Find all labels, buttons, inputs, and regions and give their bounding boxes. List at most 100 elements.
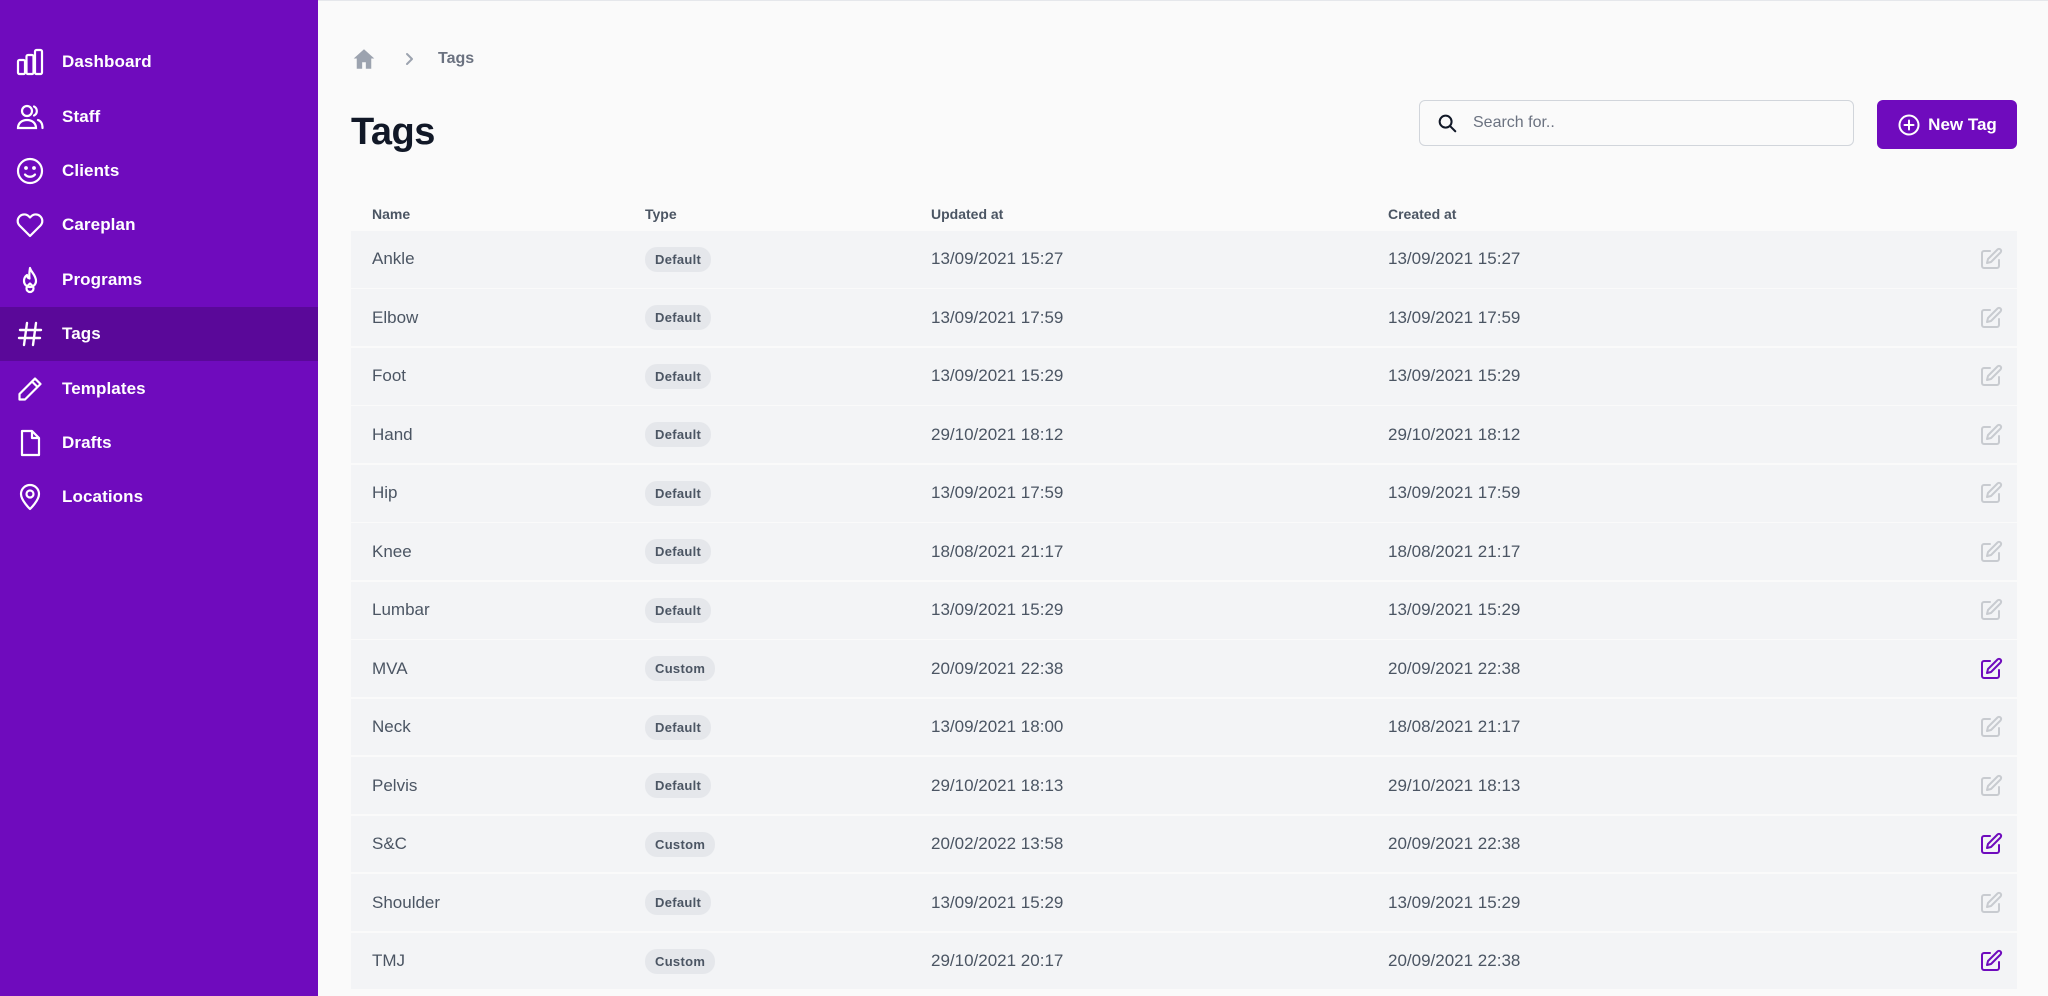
edit-icon[interactable] <box>1979 832 2003 856</box>
search-icon <box>1436 112 1458 134</box>
table-row: Hip Default 13/09/2021 17:59 13/09/2021 17:… <box>351 464 2017 522</box>
sidebar-item-label: Drafts <box>62 432 112 452</box>
location-pin-icon <box>15 482 45 512</box>
table-header: Name Type Updated at Created at <box>351 197 2017 231</box>
edit-icon <box>1979 247 2003 271</box>
sidebar-item-locations[interactable]: Locations <box>0 470 318 524</box>
sidebar-item-label: Careplan <box>62 215 136 235</box>
tag-type-badge: Default <box>645 363 712 389</box>
tag-name: Ankle <box>372 249 415 269</box>
new-tag-button-label: New Tag <box>1928 114 1997 134</box>
tag-type-badge: Default <box>645 305 712 331</box>
edit-icon <box>1979 423 2003 447</box>
tag-type-badge: Custom <box>645 656 716 682</box>
updated-at: 29/10/2021 18:13 <box>931 775 1064 795</box>
updated-at: 20/09/2021 22:38 <box>931 658 1064 678</box>
updated-at: 29/10/2021 20:17 <box>931 951 1064 971</box>
search-box[interactable] <box>1419 100 1854 146</box>
tag-name: Foot <box>372 366 407 386</box>
sidebar-item-careplan[interactable]: Careplan <box>0 198 318 252</box>
edit-icon <box>1979 774 2003 798</box>
chevron-right-icon <box>401 51 417 67</box>
table-row: Knee Default 18/08/2021 21:17 18/08/2021 21… <box>351 523 2017 581</box>
hashtag-icon <box>15 319 45 349</box>
created-at: 13/09/2021 15:29 <box>1388 366 1521 386</box>
sidebar-item-tags[interactable]: Tags <box>0 306 318 362</box>
tag-name: MVA <box>372 658 408 678</box>
column-header-type: Type <box>645 206 677 222</box>
chart-bar-icon <box>15 47 45 77</box>
tag-name: TMJ <box>372 951 406 971</box>
created-at: 18/08/2021 21:17 <box>1388 541 1521 561</box>
created-at: 29/10/2021 18:13 <box>1388 775 1521 795</box>
fire-icon <box>15 265 45 295</box>
updated-at: 13/09/2021 15:29 <box>931 600 1064 620</box>
heart-icon <box>15 210 45 240</box>
pencil-icon <box>15 374 45 404</box>
tag-type-badge: Default <box>645 597 712 623</box>
created-at: 13/09/2021 17:59 <box>1388 483 1521 503</box>
tag-type-badge: Default <box>645 480 712 506</box>
edit-icon <box>1979 598 2003 622</box>
edit-icon <box>1979 364 2003 388</box>
created-at: 29/10/2021 18:12 <box>1388 424 1521 444</box>
edit-icon[interactable] <box>1979 657 2003 681</box>
tag-name: Lumbar <box>372 600 430 620</box>
edit-icon <box>1979 540 2003 564</box>
updated-at: 29/10/2021 18:12 <box>931 424 1064 444</box>
updated-at: 13/09/2021 17:59 <box>931 483 1064 503</box>
breadcrumb: Tags <box>351 46 474 72</box>
home-icon[interactable] <box>351 46 377 72</box>
table-row: Foot Default 13/09/2021 15:29 13/09/2021 15… <box>351 347 2017 405</box>
tag-name: Hip <box>372 483 398 503</box>
created-at: 13/09/2021 15:29 <box>1388 892 1521 912</box>
updated-at: 13/09/2021 17:59 <box>931 307 1064 327</box>
table-row: Neck Default 13/09/2021 18:00 18/08/2021 21… <box>351 698 2017 756</box>
sidebar-item-dashboard[interactable]: Dashboard <box>0 35 318 89</box>
tag-name: S&C <box>372 834 407 854</box>
edit-icon <box>1979 481 2003 505</box>
new-tag-button[interactable]: New Tag <box>1877 100 2017 149</box>
sidebar-item-label: Clients <box>62 160 120 180</box>
sidebar-item-templates[interactable]: Templates <box>0 361 318 415</box>
search-input[interactable] <box>1473 114 1833 132</box>
tag-type-badge: Default <box>645 422 712 448</box>
edit-icon <box>1979 891 2003 915</box>
table-body: Ankle Default 13/09/2021 15:27 13/09/2021 1… <box>351 231 2017 990</box>
created-at: 13/09/2021 15:29 <box>1388 600 1521 620</box>
table-row: Lumbar Default 13/09/2021 15:29 13/09/2021 … <box>351 581 2017 639</box>
column-header-updated-at: Updated at <box>931 206 1004 222</box>
updated-at: 13/09/2021 15:27 <box>931 249 1064 269</box>
tags-table: Name Type Updated at Created at Ankle Def… <box>351 197 2017 990</box>
tag-name: Knee <box>372 541 412 561</box>
updated-at: 18/08/2021 21:17 <box>931 541 1064 561</box>
edit-icon <box>1979 306 2003 330</box>
smile-icon <box>15 156 45 186</box>
sidebar-item-staff[interactable]: Staff <box>0 89 318 143</box>
table-row: Elbow Default 13/09/2021 17:59 13/09/2021 1… <box>351 289 2017 347</box>
tag-name: Pelvis <box>372 775 418 795</box>
main-content: Tags Tags New Tag Name Type Updated at C… <box>318 0 2048 996</box>
sidebar-item-label: Programs <box>62 269 143 289</box>
sidebar-item-drafts[interactable]: Drafts <box>0 416 318 470</box>
tag-name: Elbow <box>372 307 419 327</box>
document-icon <box>15 428 45 458</box>
tag-name: Hand <box>372 424 413 444</box>
tag-type-badge: Default <box>645 539 712 565</box>
sidebar-item-clients[interactable]: Clients <box>0 144 318 198</box>
tag-name: Shoulder <box>372 892 441 912</box>
tag-name: Neck <box>372 717 411 737</box>
edit-icon <box>1979 715 2003 739</box>
plus-circle-icon <box>1897 113 1921 137</box>
sidebar: Dashboard Staff Clients Careplan Programs Tag… <box>0 0 318 996</box>
breadcrumb-current[interactable]: Tags <box>438 50 474 68</box>
sidebar-item-label: Templates <box>62 378 146 398</box>
updated-at: 13/09/2021 18:00 <box>931 717 1064 737</box>
table-row: Hand Default 29/10/2021 18:12 29/10/2021 18… <box>351 406 2017 464</box>
updated-at: 13/09/2021 15:29 <box>931 892 1064 912</box>
column-header-created-at: Created at <box>1388 206 1457 222</box>
edit-icon[interactable] <box>1979 949 2003 973</box>
tag-type-badge: Default <box>645 246 712 272</box>
sidebar-item-programs[interactable]: Programs <box>0 253 318 307</box>
table-row: S&C Custom 20/02/2022 13:58 20/09/2021 22:3… <box>351 815 2017 873</box>
